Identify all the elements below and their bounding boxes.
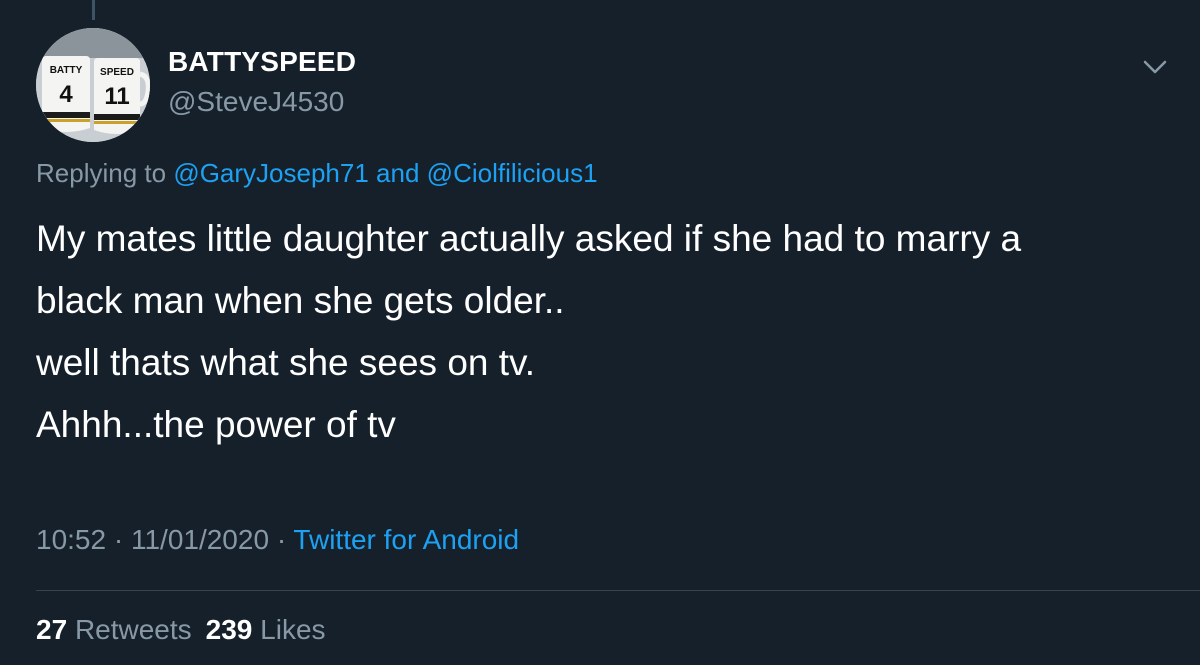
- replying-conjunction[interactable]: and: [376, 158, 419, 188]
- tweet-text-line: black man when she gets older..: [36, 280, 565, 321]
- avatar-mug-1-number: 4: [59, 81, 73, 108]
- stats-divider: [36, 590, 1200, 591]
- mention-link-2[interactable]: @Ciolfilicious1: [427, 158, 598, 188]
- replying-to-line: Replying to @GaryJoseph71 and @Ciolfilic…: [36, 158, 598, 189]
- tweet-text-line: well thats what she sees on tv.: [36, 342, 536, 383]
- avatar-mug-1-name: BATTY: [50, 65, 83, 76]
- tweet-date[interactable]: 11/01/2020: [131, 524, 269, 555]
- retweets-count: 27: [36, 614, 68, 645]
- author-handle[interactable]: @SteveJ4530: [168, 86, 344, 118]
- avatar-mug-2-name: SPEED: [100, 67, 134, 78]
- likes-count: 239: [205, 614, 253, 645]
- thread-connector-line: [92, 0, 95, 20]
- meta-separator: ·: [276, 524, 287, 555]
- meta-separator: ·: [113, 524, 124, 555]
- tweet-source-link[interactable]: Twitter for Android: [293, 524, 519, 555]
- likes-label: Likes: [260, 614, 326, 645]
- tweet-body: My mates little daughter actually asked …: [36, 208, 1166, 456]
- tweet-time[interactable]: 10:52: [36, 524, 106, 555]
- more-menu-button[interactable]: [1140, 56, 1170, 78]
- avatar-image: BATTY 4 SPEED 11: [36, 28, 150, 142]
- avatar[interactable]: BATTY 4 SPEED 11: [36, 28, 150, 142]
- retweets-stat[interactable]: 27 Retweets: [36, 614, 192, 645]
- tweet-text-line: My mates little daughter actually asked …: [36, 218, 1022, 259]
- chevron-down-icon: [1143, 60, 1167, 74]
- author-display-name[interactable]: BATTYSPEED: [168, 46, 356, 78]
- tweet-metadata: 10:52 · 11/01/2020 · Twitter for Android: [36, 524, 519, 556]
- avatar-mug-2-number: 11: [104, 83, 129, 110]
- likes-stat[interactable]: 239 Likes: [206, 614, 326, 645]
- engagement-stats: 27 Retweets 239 Likes: [36, 614, 326, 646]
- replying-to-label: Replying to: [36, 158, 167, 188]
- retweets-label: Retweets: [74, 614, 192, 645]
- mention-link-1[interactable]: @GaryJoseph71: [173, 158, 369, 188]
- tweet-text-line: Ahhh...the power of tv: [36, 404, 396, 445]
